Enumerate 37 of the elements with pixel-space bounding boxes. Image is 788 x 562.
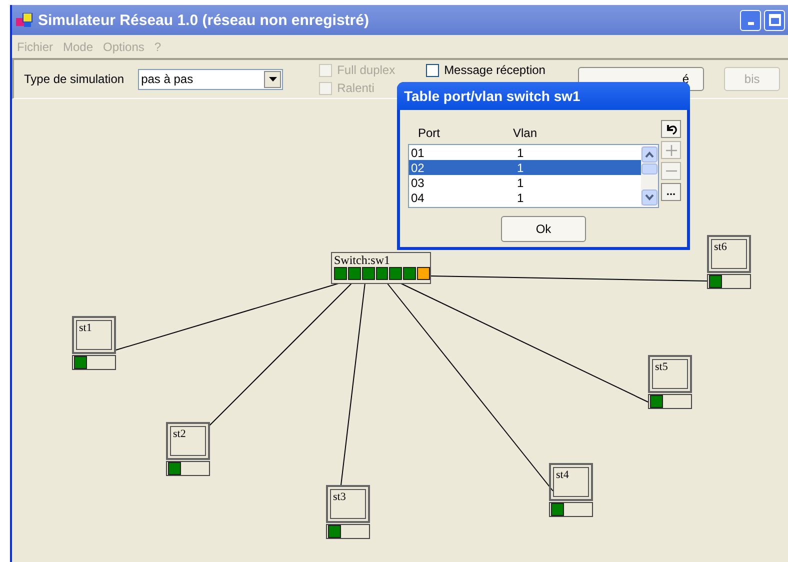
station-monitor[interactable]: st5 [648, 355, 692, 393]
list-row[interactable]: 04 1 [409, 190, 641, 205]
checkbox-label: Full duplex [337, 63, 396, 77]
switch-label: Switch:sw1 [333, 253, 392, 267]
station-monitor[interactable]: st4 [549, 463, 593, 501]
vlan-cell: 1 [517, 160, 524, 174]
station-monitor[interactable]: st1 [72, 316, 116, 354]
station-label: st4 [555, 468, 570, 481]
list-row[interactable]: 02 1 [409, 160, 641, 175]
window-title: Simulateur Réseau 1.0 (réseau non enregistré) [38, 12, 369, 28]
port-cell-text: 02 [410, 160, 426, 174]
simulation-type-dropdown[interactable]: pas à pas [138, 68, 284, 90]
list-row[interactable]: 01 1 [409, 145, 641, 160]
station-monitor[interactable]: st6 [707, 235, 751, 273]
station-monitor[interactable]: st2 [166, 422, 210, 460]
ok-button[interactable]: Ok [501, 216, 586, 242]
column-header[interactable]: Port [418, 126, 513, 140]
vlan-cell: 1 [517, 190, 524, 204]
station-label: st2 [172, 427, 187, 440]
station-label: st5 [654, 360, 669, 373]
simulation-type-label: Type de simulation [24, 72, 124, 86]
station-label: st6 [713, 240, 728, 253]
list-row[interactable]: 03 1 [409, 175, 641, 190]
vlan-cell: 1 [517, 176, 524, 190]
switch-node[interactable]: Switch:sw1 [331, 252, 431, 284]
checkbox-label: Message réception [444, 63, 546, 77]
station-monitor[interactable]: st3 [326, 485, 370, 523]
vlan-cell: 1 [517, 146, 524, 160]
column-header[interactable]: Vlan [513, 126, 538, 140]
port-cell-text: 01 [410, 146, 426, 160]
dialog-title: Table port/vlan switch sw1 [397, 82, 690, 110]
checkbox-label: Ralenti [337, 81, 374, 95]
station-label: st3 [332, 490, 347, 503]
side-button[interactable]: ... [661, 183, 681, 201]
port-cell-text: 03 [410, 176, 426, 190]
station-label: st1 [78, 321, 93, 334]
port-cell-text: 04 [410, 190, 426, 204]
